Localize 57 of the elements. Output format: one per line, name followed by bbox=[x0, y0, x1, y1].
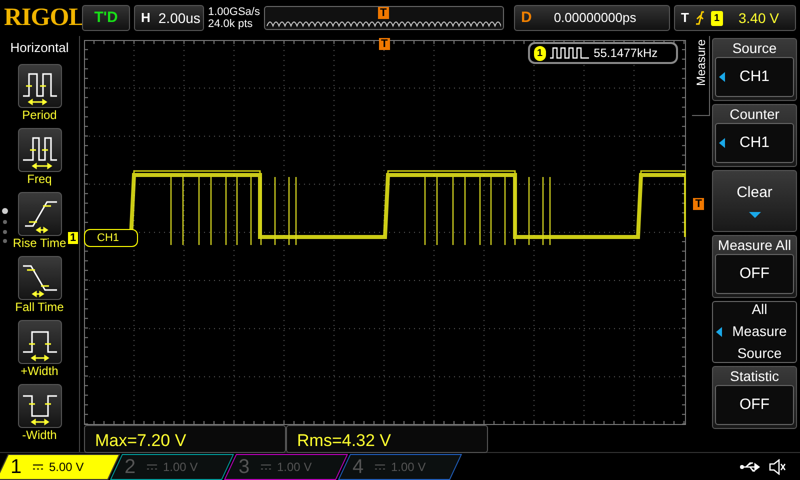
softkey-value[interactable]: CH1 bbox=[715, 123, 794, 163]
trigger-level: 3.40 V bbox=[738, 8, 779, 28]
measure-label: Rise Time bbox=[12, 236, 66, 250]
run-state-indicator: T'D bbox=[82, 5, 130, 31]
sample-rate: 1.00GSa/s bbox=[208, 6, 260, 18]
softkey-label: Statistic bbox=[730, 368, 779, 385]
timebase-value: 2.00us bbox=[158, 8, 200, 28]
menu-title: Measure bbox=[692, 36, 710, 116]
square-wave-icon bbox=[550, 47, 590, 59]
trigger-time-marker: T bbox=[379, 38, 390, 50]
page-indicator-icon bbox=[2, 208, 8, 244]
measure-button[interactable] bbox=[18, 384, 62, 428]
usb-icon bbox=[740, 460, 762, 472]
measure-button[interactable] bbox=[18, 192, 62, 236]
measure-button[interactable] bbox=[18, 64, 62, 108]
measure-label: Period bbox=[22, 108, 57, 122]
trigger-label: T bbox=[680, 9, 689, 28]
channel-tab[interactable]: 1 5.00 V bbox=[0, 454, 120, 480]
trigger-source-badge: 1 bbox=[710, 10, 722, 26]
counter-channel-badge: 1 bbox=[534, 46, 546, 60]
measure-label: +Width bbox=[20, 364, 58, 378]
measure-label: -Width bbox=[22, 428, 57, 442]
trigger-position-marker: T bbox=[378, 7, 389, 19]
softkey-label: Measure All bbox=[718, 237, 792, 254]
softkey-label: Counter bbox=[730, 106, 780, 123]
left-arrow-icon bbox=[716, 327, 722, 337]
measure-button[interactable] bbox=[18, 320, 62, 364]
delay-value: 0.00000000ps bbox=[554, 9, 636, 28]
softkey-value[interactable]: OFF bbox=[715, 385, 794, 425]
measure-button[interactable] bbox=[18, 128, 62, 172]
softkey-value[interactable]: CH1 bbox=[715, 57, 794, 97]
counter-value: 55.1477kHz bbox=[594, 45, 658, 62]
softkey-label: Source bbox=[732, 40, 777, 57]
left-arrow-icon bbox=[719, 138, 725, 148]
delay-label: D bbox=[520, 8, 532, 28]
trigger-level-marker: T bbox=[693, 198, 704, 210]
timebase-label: H bbox=[141, 9, 150, 28]
down-arrow-icon bbox=[748, 212, 760, 218]
measure-label: Fall Time bbox=[15, 300, 64, 314]
dc-coupling-icon bbox=[261, 464, 271, 470]
softkey-button[interactable]: All Measure Source bbox=[712, 301, 797, 363]
dc-coupling-icon bbox=[147, 464, 157, 470]
measurement-readout: Max=7.20 V bbox=[84, 425, 286, 453]
measure-label: Freq bbox=[27, 172, 52, 186]
dc-coupling-icon bbox=[375, 464, 385, 470]
measurement-readout: Rms=4.32 V bbox=[286, 425, 488, 453]
memory-depth: 24.0k pts bbox=[208, 18, 254, 30]
speaker-muted-icon bbox=[768, 458, 786, 474]
menu-title: Horizontal bbox=[10, 39, 69, 57]
dc-coupling-icon bbox=[33, 464, 43, 470]
measure-button[interactable] bbox=[18, 256, 62, 300]
rising-edge-icon bbox=[694, 11, 705, 25]
left-arrow-icon bbox=[719, 72, 725, 82]
channel-marker: 1 bbox=[68, 232, 78, 244]
channel-label: CH1 bbox=[84, 229, 138, 247]
softkey-value[interactable]: OFF bbox=[715, 254, 794, 294]
softkey-button[interactable]: Clear bbox=[712, 170, 797, 232]
